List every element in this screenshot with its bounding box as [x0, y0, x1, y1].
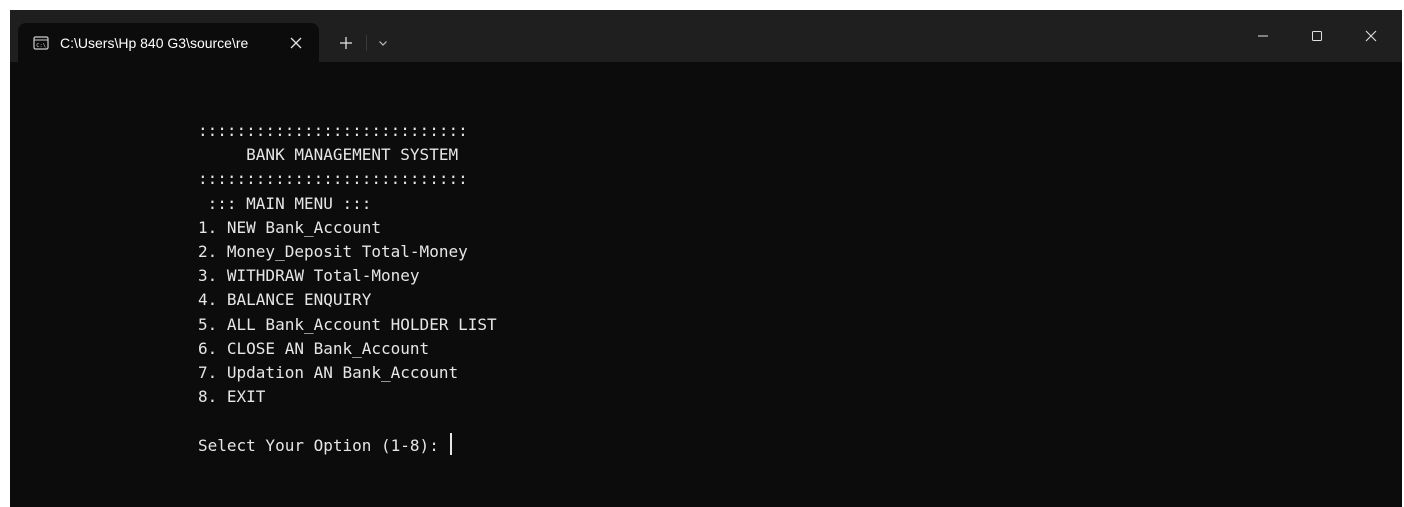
svg-text:C:\: C:\ — [36, 43, 46, 49]
console-icon: C:\ — [32, 34, 50, 52]
tab-title: C:\Users\Hp 840 G3\source\re — [60, 34, 249, 51]
menu-heading: ::: MAIN MENU ::: — [198, 193, 372, 213]
menu-option-3: 3. WITHDRAW Total-Money — [198, 266, 420, 286]
plus-icon — [340, 37, 352, 49]
close-window-button[interactable] — [1348, 20, 1394, 52]
tab-dropdown-button[interactable] — [372, 32, 394, 54]
menu-option-7: 7. Updation AN Bank_Account — [198, 362, 459, 382]
minimize-button[interactable] — [1240, 20, 1286, 52]
separator-line: :::::::::::::::::::::::::::: — [198, 169, 468, 189]
menu-option-4: 4. BALANCE ENQUIRY — [198, 290, 372, 310]
terminal-window: C:\ C:\Users\Hp 840 G3\source\re:::::::… — [10, 10, 1402, 507]
menu-option-1: 1. NEW Bank_Account — [198, 217, 382, 237]
tab-divider — [366, 35, 367, 51]
minimize-icon — [1258, 35, 1268, 37]
tab-close-icon[interactable] — [285, 32, 307, 54]
menu-option-2: 2. Money_Deposit Total-Money — [198, 241, 468, 261]
system-title: BANK MANAGEMENT SYSTEM — [198, 145, 459, 165]
menu-option-5: 5. ALL Bank_Account HOLDER LIST — [198, 314, 497, 334]
terminal-content[interactable]: :::::::::::::::::::::::::::: BANK MANAGE… — [10, 62, 1402, 507]
terminal-tab[interactable]: C:\ C:\Users\Hp 840 G3\source\re — [18, 23, 319, 62]
input-prompt: Select Your Option (1-8): — [198, 436, 449, 456]
text-cursor — [450, 433, 453, 456]
input-prompt-line[interactable]: Select Your Option (1-8): — [198, 433, 497, 457]
title-bar[interactable]: C:\ C:\Users\Hp 840 G3\source\re — [10, 10, 1402, 62]
maximize-icon — [1312, 31, 1322, 41]
maximize-button[interactable] — [1294, 20, 1340, 52]
close-icon — [1365, 30, 1377, 42]
menu-option-8: 8. EXIT — [198, 387, 266, 407]
chevron-down-icon — [379, 41, 387, 46]
console-output: :::::::::::::::::::::::::::: BANK MANAGE… — [198, 119, 497, 457]
menu-option-6: 6. CLOSE AN Bank_Account — [198, 338, 430, 358]
separator-line: :::::::::::::::::::::::::::: — [198, 121, 468, 140]
new-tab-button[interactable] — [332, 30, 360, 56]
